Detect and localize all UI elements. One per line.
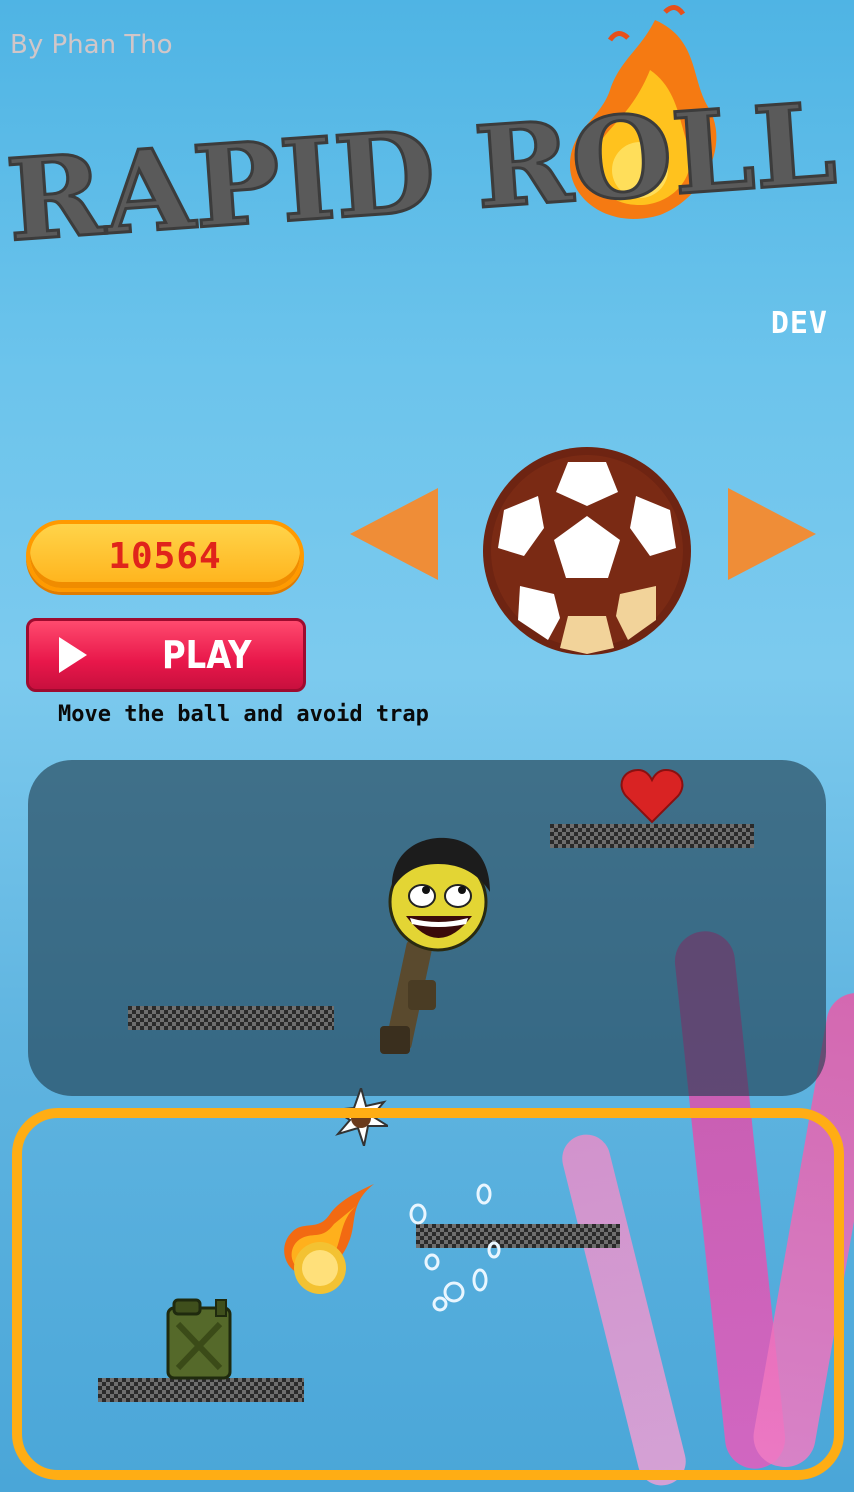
platform [128,1006,334,1030]
bazooka-icon [380,939,436,1054]
high-score-value: 10564 [108,535,222,577]
dev-button[interactable]: DEV [771,306,828,341]
awesome-face-bazooka-sprite [380,837,490,1054]
awesome-face-icon [388,837,490,952]
soccer-ball-icon [483,447,691,655]
play-button-label: PLAY [162,633,252,677]
next-ball-button[interactable] [728,488,816,580]
play-icon [59,637,87,673]
title-text: RAPID ROLL [3,78,840,267]
high-score-badge: 10564 [26,520,304,592]
play-button[interactable]: PLAY [26,618,306,692]
heart-icon [620,768,684,824]
game-title-logo: RAPID ROLL [1,5,841,268]
platform [550,824,754,848]
instruction-text: Move the ball and avoid trap [58,702,429,727]
game-menu-screen: By Phan Tho RAPID ROLL DEV 10564 PLAY Mo… [0,0,854,1492]
gameplay-highlight-frame [12,1108,844,1480]
prev-ball-button[interactable] [350,488,438,580]
